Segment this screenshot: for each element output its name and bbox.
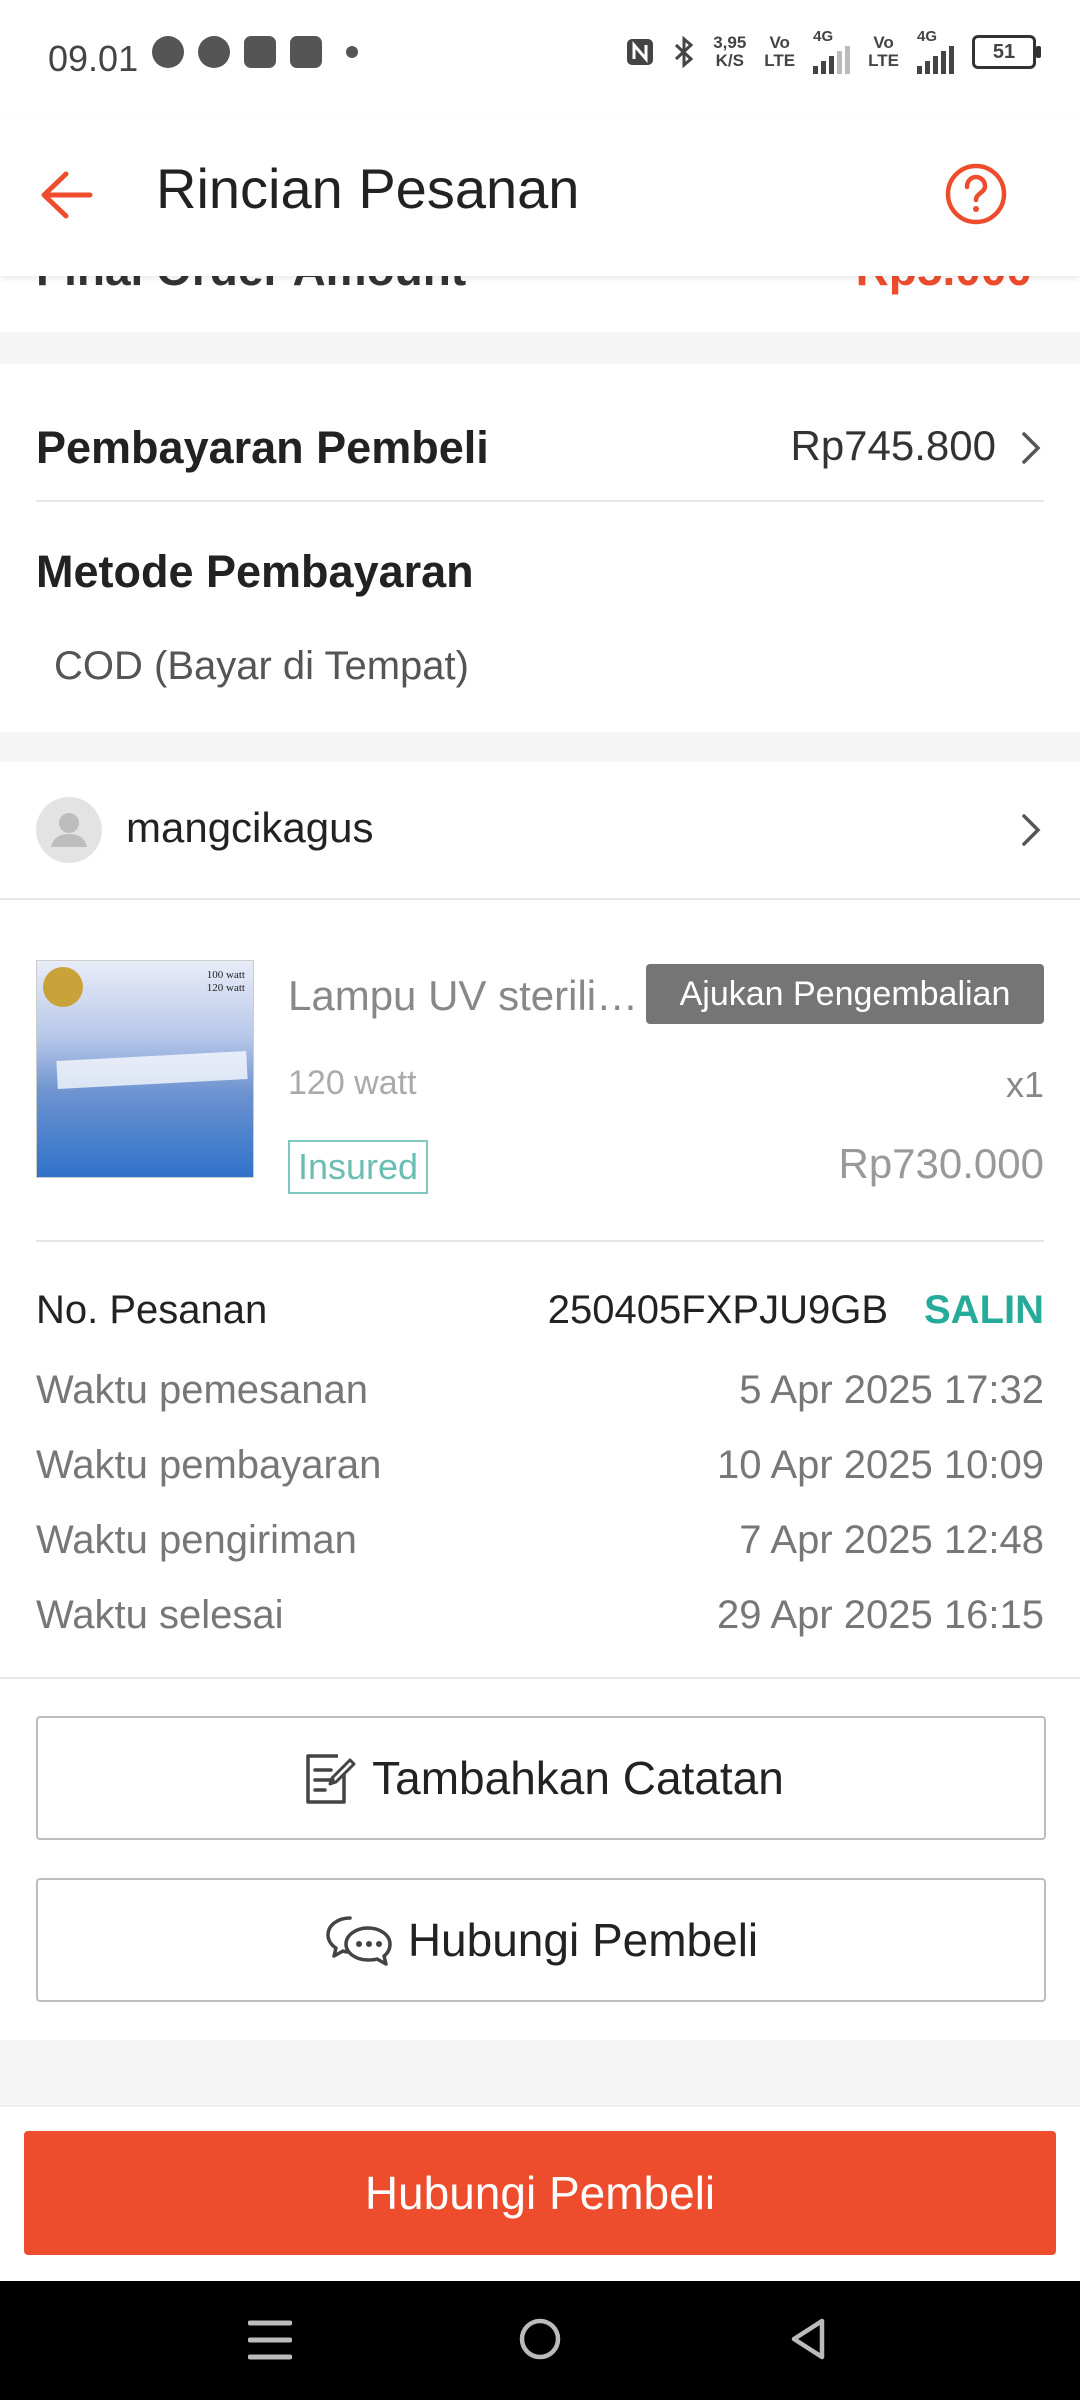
order-number-label: No. Pesanan <box>36 1288 268 1332</box>
divider <box>36 1240 1044 1242</box>
completion-time-label: Waktu selesai <box>36 1593 284 1637</box>
add-note-label: Tambahkan Catatan <box>372 1752 784 1804</box>
chat-bubbles-icon <box>326 1916 392 1966</box>
volte-1: Vo LTE <box>764 33 796 70</box>
final-amount-label: Final Order Amount <box>36 276 466 296</box>
product-item[interactable]: 100 watt 120 watt Lampu UV sterilizer Aju… <box>0 900 1080 1240</box>
user-icon <box>51 813 87 847</box>
lamp-tube-shape <box>56 1051 248 1089</box>
bottom-action-bar: Hubungi Pembeli <box>0 2105 1080 2283</box>
order-number-value: 250405FXPJU9GB <box>547 1288 888 1332</box>
order-time-value: 5 Apr 2025 17:32 <box>739 1368 1044 1412</box>
more-notifications-dot <box>346 46 358 58</box>
buyer-payment-row[interactable]: Pembayaran Pembeli Rp745.800 <box>36 408 1044 488</box>
product-price: Rp730.000 <box>838 1140 1044 1187</box>
shopee-icon <box>290 36 322 68</box>
battery-indicator: 51 <box>972 35 1041 69</box>
product-name: Lampu UV sterilizer <box>288 972 648 1019</box>
quality-badge-icon <box>43 967 83 1007</box>
help-icon[interactable] <box>944 162 1008 226</box>
nfc-icon <box>627 39 654 65</box>
contact-buyer-primary-button[interactable]: Hubungi Pembeli <box>24 2131 1056 2255</box>
notification-icons <box>152 36 358 68</box>
payment-time-label: Waktu pembayaran <box>36 1443 382 1487</box>
net-speed: 3,95 K/S <box>713 33 747 70</box>
product-variant: 120 watt <box>288 1064 417 1102</box>
bluetooth-icon <box>675 36 694 68</box>
buyer-payment-value: Rp745.800 <box>790 422 996 469</box>
menu-icon[interactable] <box>248 2317 292 2363</box>
payment-method-label: Metode Pembayaran <box>36 546 474 597</box>
chat-icon <box>152 36 184 68</box>
product-image: 100 watt 120 watt <box>36 960 254 1178</box>
signal-1: 4G <box>813 29 851 74</box>
divider <box>0 1677 1080 1679</box>
shipping-time-value: 7 Apr 2025 12:48 <box>739 1518 1044 1562</box>
order-time-label: Waktu pemesanan <box>36 1368 369 1412</box>
signal-2: 4G <box>917 29 954 74</box>
app-bar: Rincian Pesanan <box>0 120 1080 276</box>
home-icon[interactable] <box>518 2317 562 2361</box>
whatsapp-icon <box>198 36 230 68</box>
page-title: Rincian Pesanan <box>156 157 580 220</box>
payment-card: Pembayaran Pembeli Rp745.800 Metode Pemb… <box>0 364 1080 732</box>
tiket-icon <box>244 36 276 68</box>
final-amount-row: Final Order Amount Rp5.000 <box>0 276 1080 332</box>
buyer-payment-label: Pembayaran Pembeli <box>36 422 489 473</box>
volte-2: Vo LTE <box>868 33 899 70</box>
payment-method-value: COD (Bayar di Tempat) <box>54 644 469 688</box>
back-triangle-icon[interactable] <box>786 2315 830 2363</box>
back-arrow-icon[interactable] <box>36 160 96 230</box>
product-quantity: x1 <box>1005 1064 1044 1105</box>
buyer-username: mangcikagus <box>126 804 374 851</box>
system-icons: 3,95 K/S Vo LTE 4G Vo LTE 4G 51 <box>625 29 1041 74</box>
final-amount-value: Rp5.000 <box>856 276 1032 296</box>
return-request-button[interactable]: Ajukan Pengembalian <box>646 964 1044 1024</box>
chevron-right-icon <box>1022 432 1041 464</box>
shipping-time-label: Waktu pengiriman <box>36 1518 357 1562</box>
chevron-right-icon <box>1022 814 1041 846</box>
buyer-row[interactable]: mangcikagus <box>0 762 1080 898</box>
contact-buyer-label: Hubungi Pembeli <box>407 1914 759 1966</box>
divider <box>36 500 1044 502</box>
insured-badge: Insured <box>288 1140 429 1194</box>
add-note-button[interactable]: Tambahkan Catatan <box>36 1716 1046 1840</box>
completion-time-value: 29 Apr 2025 16:15 <box>717 1593 1044 1637</box>
buyer-avatar <box>36 797 102 863</box>
status-time: 09.01 <box>48 38 139 79</box>
copy-order-number-button[interactable]: SALIN <box>924 1288 1044 1333</box>
order-card: mangcikagus 100 watt 120 watt Lampu UV st… <box>0 762 1080 2040</box>
payment-time-value: 10 Apr 2025 10:09 <box>717 1443 1044 1487</box>
contact-buyer-button[interactable]: Hubungi Pembeli <box>36 1878 1046 2002</box>
note-edit-icon <box>306 1754 356 1804</box>
status-bar: 09.01 3,95 K/S Vo LTE 4G Vo LTE 4G 51 <box>0 0 1080 120</box>
system-navigation-bar <box>0 2281 1080 2400</box>
